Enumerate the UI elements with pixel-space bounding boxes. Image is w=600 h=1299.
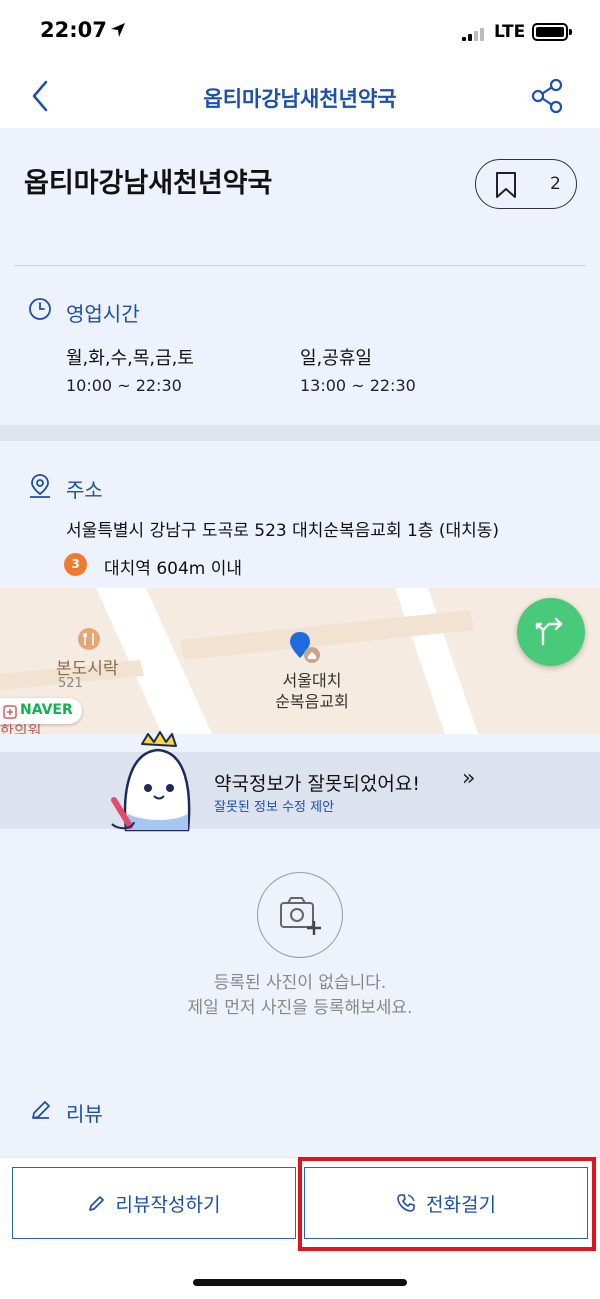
naver-icon (3, 704, 17, 723)
section-separator (0, 425, 600, 441)
place-name: 옵티마강남새천년약국 (24, 168, 273, 199)
hours-days: 일,공휴일 (300, 348, 372, 369)
location-arrow-icon (110, 22, 126, 42)
photo-empty-message: 등록된 사진이 없습니다. (213, 973, 387, 993)
hours-title: 영업시간 (66, 302, 140, 326)
directions-button[interactable] (517, 598, 585, 666)
map-marker-icon (288, 630, 322, 668)
bookmark-count: 2 (550, 174, 561, 194)
map-poi-church-line2: 순복음교회 (275, 692, 349, 711)
map-view[interactable]: 본도시락 521 서울대치 순복음교회 한의원 (0, 588, 600, 734)
map-poi-church-line1: 서울대치 (282, 671, 342, 690)
divider (14, 265, 586, 266)
hours-time: 13:00 ~ 22:30 (300, 376, 416, 395)
location-pin-icon (28, 473, 52, 503)
add-photo-button[interactable] (257, 872, 343, 958)
navigation-bar: 옵티마강남새천년약국 (0, 64, 600, 128)
report-error-banner[interactable]: 약국정보가 잘못되었어요! 잘못된 정보 수정 제안 » (0, 752, 600, 829)
hours-days: 월,화,수,목,금,토 (66, 348, 194, 369)
highlight-box (298, 1157, 596, 1251)
hours-time: 10:00 ~ 22:30 (66, 376, 182, 395)
status-time: 22:07 (40, 18, 107, 42)
address-panel (0, 441, 600, 588)
review-title: 리뷰 (66, 1102, 103, 1126)
share-button[interactable] (528, 76, 568, 116)
hours-weekday: 월,화,수,목,금,토 10:00 ~ 22:30 (66, 344, 194, 395)
pencil-icon (88, 1196, 104, 1211)
write-review-label: 리뷰작성하기 (115, 1193, 221, 1216)
clock-icon (28, 297, 52, 325)
bookmark-button[interactable]: 2 (475, 159, 577, 209)
subway-line-badge: 3 (64, 553, 87, 576)
status-bar: 22:07 LTE (0, 0, 600, 64)
write-review-button[interactable]: 리뷰작성하기 (12, 1167, 296, 1239)
back-button[interactable] (22, 76, 62, 116)
battery-icon (532, 23, 568, 41)
banner-title: 약국정보가 잘못되었어요! (214, 773, 420, 795)
share-icon (531, 78, 563, 114)
pencil-icon (30, 1099, 52, 1125)
mascot-illustration (104, 730, 196, 838)
photo-empty-hint: 제일 먼저 사진을 등록해보세요. (187, 998, 413, 1018)
bookmark-icon (496, 172, 516, 198)
add-photo-icon (280, 897, 321, 935)
signal-icon (462, 26, 488, 45)
naver-map-badge: NAVER (0, 698, 82, 724)
naver-label: NAVER (20, 702, 73, 718)
chevron-left-icon (32, 80, 48, 112)
address-title: 주소 (66, 478, 103, 502)
battery-cap (569, 29, 572, 35)
hours-holiday: 일,공휴일 13:00 ~ 22:30 (300, 344, 416, 395)
map-poi-number: 521 (58, 676, 83, 691)
page-title: 옵티마강남새천년약국 (203, 87, 397, 111)
map-poi-church: 서울대치 순복음교회 (262, 670, 362, 712)
restaurant-icon (78, 628, 100, 654)
address-text: 서울특별시 강남구 도곡로 523 대치순복음교회 1층 (대치동) (66, 521, 500, 541)
network-label: LTE (494, 22, 526, 42)
double-chevron-right-icon: » (462, 766, 476, 791)
subway-distance: 대치역 604m 이내 (104, 559, 243, 579)
directions-icon (535, 617, 563, 646)
banner-subtitle: 잘못된 정보 수정 제안 (214, 800, 335, 815)
home-indicator (193, 1279, 407, 1286)
